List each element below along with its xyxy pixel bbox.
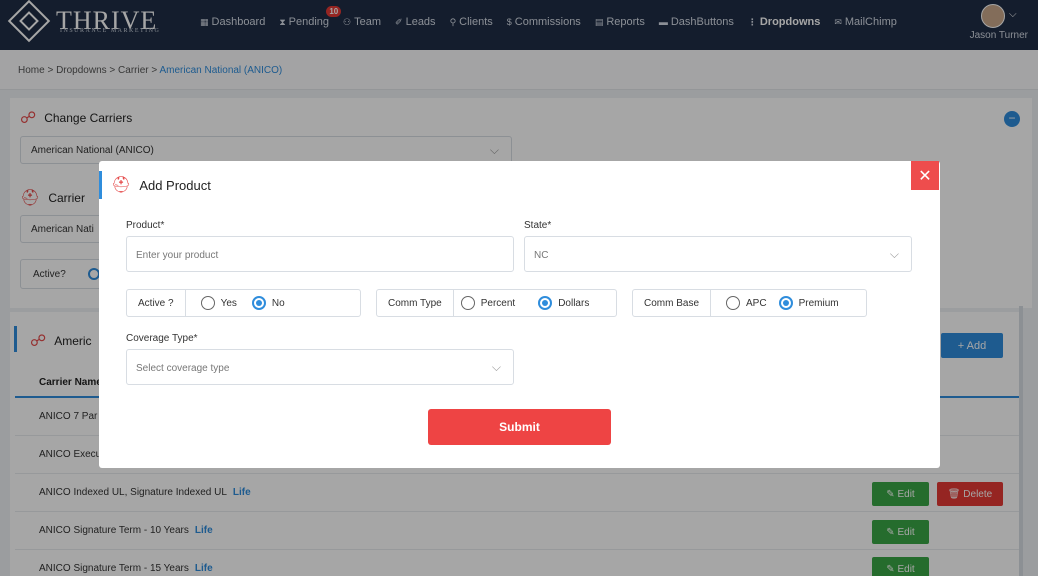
state-value: NC bbox=[534, 250, 549, 261]
active-yes-option[interactable]: Yes bbox=[200, 296, 237, 310]
chevron-down-icon: ⌵ bbox=[889, 247, 899, 261]
option-label: Dollars bbox=[558, 297, 590, 309]
comm-base-radio-group: Comm Base APC Premium bbox=[632, 289, 867, 317]
submit-button[interactable]: Submit bbox=[428, 409, 611, 445]
product-placeholder: Enter your product bbox=[136, 250, 219, 261]
comm-type-label: Comm Type bbox=[377, 290, 454, 316]
product-icon: ⛑ bbox=[111, 177, 132, 194]
product-input[interactable]: Enter your product bbox=[126, 236, 514, 272]
radio-no[interactable] bbox=[251, 296, 266, 310]
option-label: APC bbox=[746, 297, 767, 309]
close-icon: ✕ bbox=[918, 167, 932, 185]
comm-base-apc-option[interactable]: APC bbox=[726, 296, 767, 310]
comm-type-percent-option[interactable]: Percent bbox=[460, 296, 516, 310]
radio-yes[interactable] bbox=[200, 296, 215, 310]
coverage-type-label: Coverage Type* bbox=[126, 333, 198, 344]
active-radio-group: Active ? Yes No bbox=[126, 289, 361, 317]
comm-type-radio-group: Comm Type Percent Dollars bbox=[376, 289, 617, 317]
option-label: No bbox=[271, 297, 285, 309]
coverage-type-select[interactable]: Select coverage type ⌵ bbox=[126, 349, 514, 385]
state-select[interactable]: NC ⌵ bbox=[524, 236, 912, 272]
option-label: Percent bbox=[480, 297, 516, 309]
radio-apc[interactable] bbox=[726, 296, 741, 310]
comm-base-premium-option[interactable]: Premium bbox=[778, 296, 839, 310]
state-label: State* bbox=[524, 220, 552, 231]
modal-accent bbox=[99, 171, 102, 199]
radio-percent[interactable] bbox=[460, 296, 475, 310]
comm-base-label: Comm Base bbox=[633, 290, 712, 316]
chevron-down-icon: ⌵ bbox=[491, 360, 501, 374]
active-no-option[interactable]: No bbox=[251, 296, 285, 310]
modal-title: Add Product bbox=[139, 177, 211, 193]
modal-header: ⛑ Add Product bbox=[111, 175, 211, 195]
coverage-placeholder: Select coverage type bbox=[136, 363, 230, 374]
active-group-label: Active ? bbox=[127, 290, 186, 316]
option-label: Yes bbox=[220, 297, 237, 309]
radio-dollars[interactable] bbox=[538, 296, 553, 310]
comm-type-dollars-option[interactable]: Dollars bbox=[538, 296, 589, 310]
close-button[interactable]: ✕ bbox=[911, 161, 939, 190]
radio-premium[interactable] bbox=[778, 296, 793, 310]
product-label: Product* bbox=[126, 220, 165, 231]
add-product-modal: ⛑ Add Product ✕ Product* Enter your produ… bbox=[99, 161, 940, 468]
option-label: Premium bbox=[798, 297, 839, 309]
